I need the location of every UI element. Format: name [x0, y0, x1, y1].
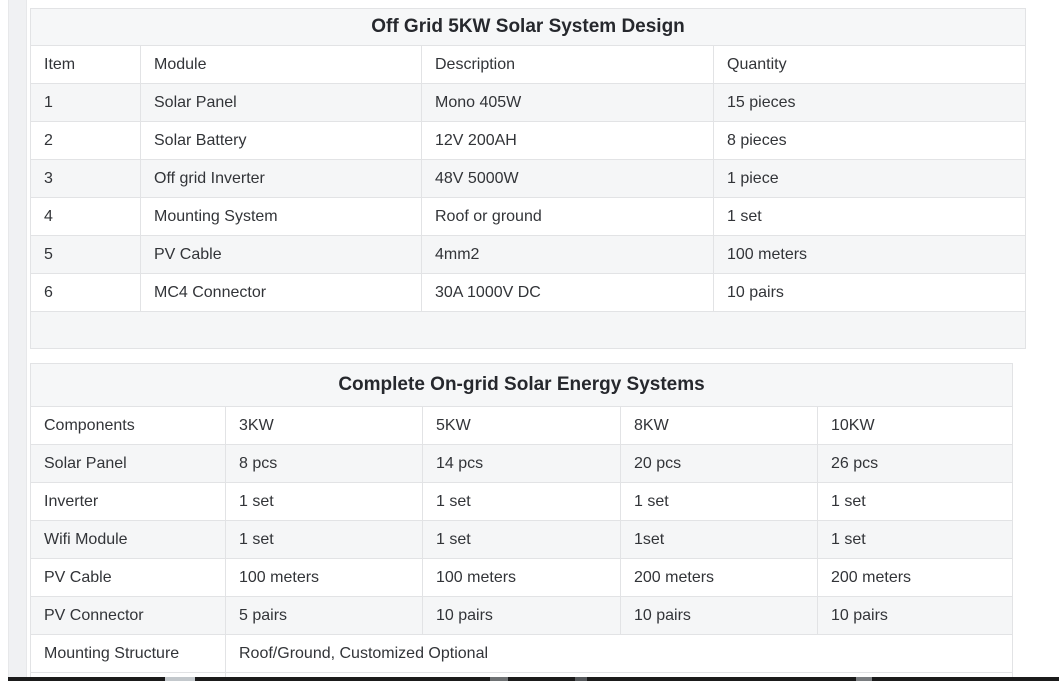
table-row: 1 Solar Panel Mono 405W 15 pieces	[31, 84, 1026, 122]
table-cell: MC4 Connector	[141, 274, 422, 312]
table-cell: 5	[31, 236, 141, 274]
table-cell: 1 set	[226, 483, 423, 521]
column-header-3kw: 3KW	[226, 407, 423, 445]
product-description-page: Off Grid 5KW Solar System Design Item Mo…	[0, 0, 1059, 681]
table-cell: Solar Battery	[141, 122, 422, 160]
table-cell: 2	[31, 122, 141, 160]
offgrid-solar-table: Off Grid 5KW Solar System Design Item Mo…	[30, 8, 1026, 349]
table-cell: 30A 1000V DC	[422, 274, 714, 312]
table-cell: Solar Panel	[141, 84, 422, 122]
column-header-quantity: Quantity	[714, 46, 1026, 84]
empty-spacer-cell	[31, 312, 1026, 349]
table-cell: 20 pcs	[621, 445, 818, 483]
table-row: 2 Solar Battery 12V 200AH 8 pieces	[31, 122, 1026, 160]
table-row: PV Connector 5 pairs 10 pairs 10 pairs 1…	[31, 597, 1013, 635]
table-cell: 100 meters	[714, 236, 1026, 274]
table-cell: 10 pairs	[621, 597, 818, 635]
cropped-image-band	[8, 677, 1059, 681]
table-cell: 200 meters	[818, 559, 1013, 597]
table-row: Wifi Module 1 set 1 set 1set 1 set	[31, 521, 1013, 559]
table-cell: 8 pieces	[714, 122, 1026, 160]
table-cell: PV Cable	[141, 236, 422, 274]
table-cell: Wifi Module	[31, 521, 226, 559]
table-cell: 200 meters	[621, 559, 818, 597]
table-row: 3 Off grid Inverter 48V 5000W 1 piece	[31, 160, 1026, 198]
table-row: Inverter 1 set 1 set 1 set 1 set	[31, 483, 1013, 521]
table-cell: PV Cable	[31, 559, 226, 597]
ongrid-solar-table: Complete On-grid Solar Energy Systems Co…	[30, 363, 1013, 681]
table-cell: PV Connector	[31, 597, 226, 635]
table-cell: 1 set	[423, 521, 621, 559]
column-header-item: Item	[31, 46, 141, 84]
ongrid-table-title: Complete On-grid Solar Energy Systems	[31, 364, 1013, 407]
cropped-image-band-segment	[490, 677, 508, 681]
table-cell: 48V 5000W	[422, 160, 714, 198]
table-row: 4 Mounting System Roof or ground 1 set	[31, 198, 1026, 236]
table-cell: 1set	[621, 521, 818, 559]
mounting-structure-row: Mounting Structure Roof/Ground, Customiz…	[31, 635, 1013, 673]
table-cell: 1	[31, 84, 141, 122]
table-cell: 1 set	[423, 483, 621, 521]
column-header-components: Components	[31, 407, 226, 445]
table-cell: 100 meters	[423, 559, 621, 597]
column-header-description: Description	[422, 46, 714, 84]
table-title-row: Off Grid 5KW Solar System Design	[31, 9, 1026, 46]
table-row: PV Cable 100 meters 100 meters 200 meter…	[31, 559, 1013, 597]
table-cell: Off grid Inverter	[141, 160, 422, 198]
table-cell: Mono 405W	[422, 84, 714, 122]
table-cell: 1 set	[818, 521, 1013, 559]
table-cell: 5 pairs	[226, 597, 423, 635]
empty-spacer-row	[31, 312, 1026, 349]
table-cell: 10 pairs	[818, 597, 1013, 635]
table-cell: Mounting Structure	[31, 635, 226, 673]
table-cell: 10 pairs	[714, 274, 1026, 312]
table-cell: 1 piece	[714, 160, 1026, 198]
table-cell: 4mm2	[422, 236, 714, 274]
cropped-image-band-segment	[575, 677, 587, 681]
table-cell: 1 set	[818, 483, 1013, 521]
cropped-image-band-segment	[165, 677, 195, 681]
column-header-row: Item Module Description Quantity	[31, 46, 1026, 84]
table-cell: 1 set	[621, 483, 818, 521]
table-cell: 26 pcs	[818, 445, 1013, 483]
table-cell: Mounting System	[141, 198, 422, 236]
table-row: 5 PV Cable 4mm2 100 meters	[31, 236, 1026, 274]
table-cell: 8 pcs	[226, 445, 423, 483]
table-cell: Inverter	[31, 483, 226, 521]
column-header-row: Components 3KW 5KW 8KW 10KW	[31, 407, 1013, 445]
column-header-8kw: 8KW	[621, 407, 818, 445]
table-row: 6 MC4 Connector 30A 1000V DC 10 pairs	[31, 274, 1026, 312]
table-cell: 3	[31, 160, 141, 198]
table-cell: Solar Panel	[31, 445, 226, 483]
cropped-image-band-segment	[856, 677, 872, 681]
table-cell: 12V 200AH	[422, 122, 714, 160]
left-margin-strip	[8, 0, 27, 681]
offgrid-table-title: Off Grid 5KW Solar System Design	[31, 9, 1026, 46]
table-cell: 15 pieces	[714, 84, 1026, 122]
column-header-10kw: 10KW	[818, 407, 1013, 445]
table-cell: 6	[31, 274, 141, 312]
table-cell: 1 set	[714, 198, 1026, 236]
table-cell: 10 pairs	[423, 597, 621, 635]
table-cell: 1 set	[226, 521, 423, 559]
table-cell: 14 pcs	[423, 445, 621, 483]
table-cell: 100 meters	[226, 559, 423, 597]
table-cell: 4	[31, 198, 141, 236]
table-row: Solar Panel 8 pcs 14 pcs 20 pcs 26 pcs	[31, 445, 1013, 483]
column-header-5kw: 5KW	[423, 407, 621, 445]
column-header-module: Module	[141, 46, 422, 84]
table-cell: Roof/Ground, Customized Optional	[226, 635, 1013, 673]
table-cell: Roof or ground	[422, 198, 714, 236]
table-title-row: Complete On-grid Solar Energy Systems	[31, 364, 1013, 407]
